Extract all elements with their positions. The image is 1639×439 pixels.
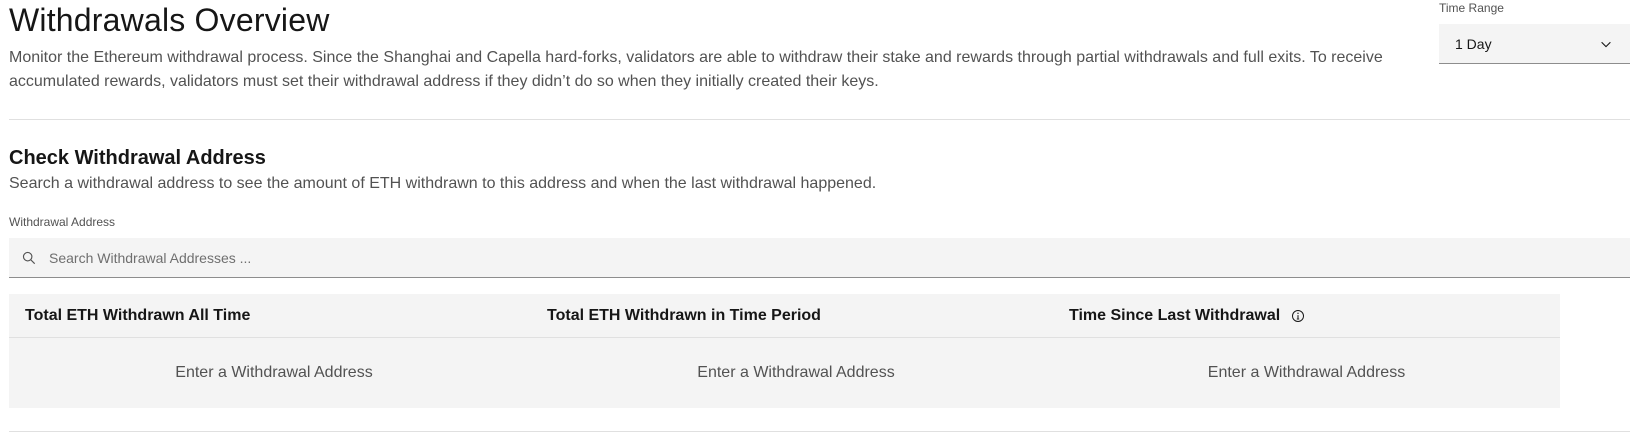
card-header: Time Since Last Withdrawal	[1053, 294, 1560, 338]
bottom-divider	[9, 431, 1630, 432]
search-field	[9, 238, 1630, 278]
withdrawals-page: Withdrawals Overview Monitor the Ethereu…	[0, 0, 1639, 439]
card-value: Enter a Withdrawal Address	[697, 364, 895, 381]
card-title: Total ETH Withdrawn in Time Period	[531, 294, 1061, 338]
card-time-since-last-withdrawal: Time Since Last Withdrawal Enter a Withd…	[1053, 294, 1560, 408]
time-range-control: Time Range 1 Day	[1439, 0, 1630, 64]
chevron-down-icon	[1598, 36, 1614, 52]
section-divider	[9, 119, 1630, 120]
search-icon	[21, 250, 37, 266]
section-description: Search a withdrawal address to see the a…	[9, 175, 877, 192]
section-title: Check Withdrawal Address	[9, 147, 266, 169]
info-icon[interactable]	[1290, 308, 1306, 324]
card-total-eth-time-period: Total ETH Withdrawn in Time Period Enter…	[531, 294, 1061, 408]
card-total-eth-all-time: Total ETH Withdrawn All Time Enter a Wit…	[9, 294, 539, 408]
card-title: Total ETH Withdrawn All Time	[9, 294, 539, 338]
withdrawal-address-label: Withdrawal Address	[9, 215, 116, 229]
withdrawal-address-search-input[interactable]	[37, 238, 1630, 277]
time-range-selected-value: 1 Day	[1455, 35, 1492, 52]
time-range-label: Time Range	[1439, 1, 1504, 15]
card-value: Enter a Withdrawal Address	[1207, 364, 1406, 381]
card-title: Time Since Last Withdrawal	[1069, 306, 1281, 324]
time-range-dropdown[interactable]: 1 Day	[1439, 24, 1630, 64]
page-description: Monitor the Ethereum withdrawal process.…	[9, 49, 1383, 90]
page-title: Withdrawals Overview	[9, 2, 330, 38]
card-value: Enter a Withdrawal Address	[175, 364, 373, 381]
